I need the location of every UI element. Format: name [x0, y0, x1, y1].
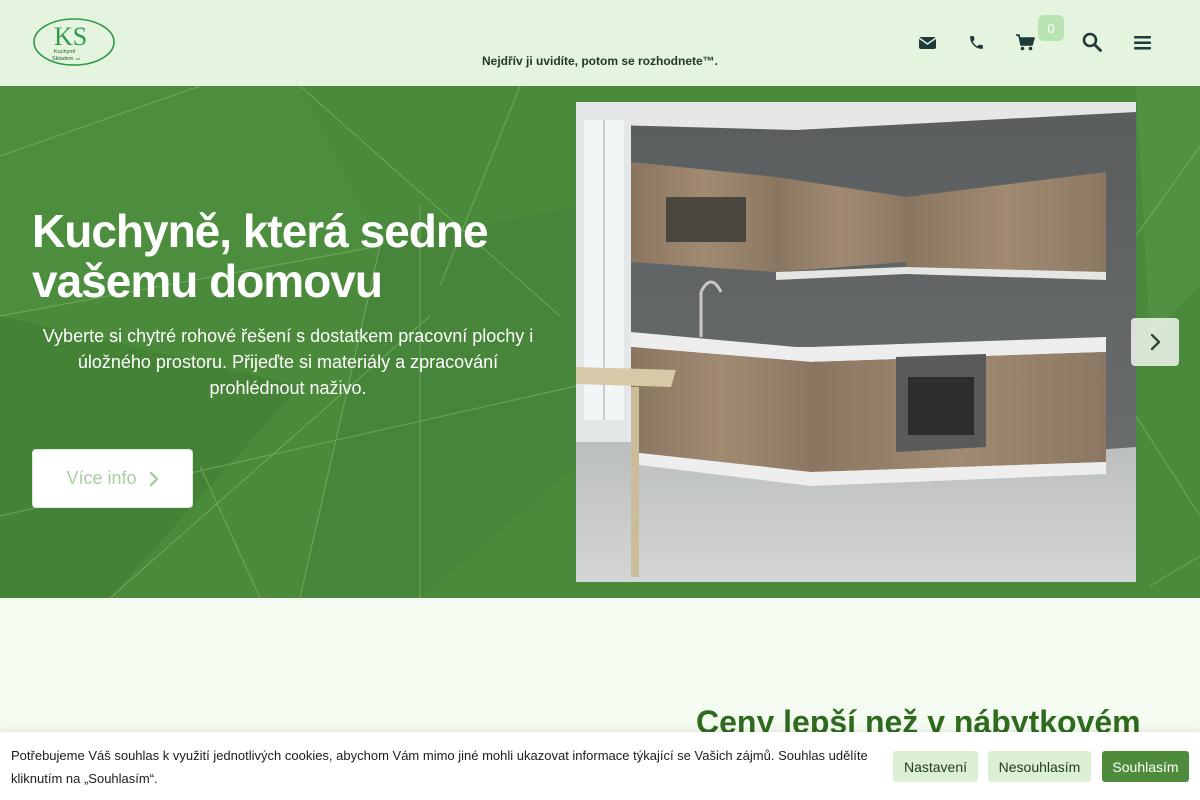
more-info-button[interactable]: Více info [32, 449, 193, 508]
cart-count-badge: 0 [1038, 15, 1064, 41]
hero-description: Vyberte si chytré rohové řešení s dostat… [42, 326, 534, 398]
slider-next-button[interactable] [1131, 318, 1179, 366]
cookie-settings-button[interactable]: Nastavení [893, 751, 978, 782]
tagline: Nejdřív ji uvidíte, potom se rozhodnete™… [481, 54, 719, 68]
envelope-icon[interactable] [915, 30, 939, 54]
cookie-consent-bar: Potřebujeme Váš souhlas k využití jednot… [0, 732, 1200, 800]
more-info-label: Více info [66, 468, 137, 488]
hero-title: Kuchyně, která sedne vašemu domovu [32, 205, 489, 307]
menu-icon[interactable] [1130, 30, 1154, 54]
search-icon[interactable] [1080, 30, 1104, 54]
cookie-accept-button[interactable]: Souhlasím [1102, 751, 1189, 782]
cart-icon[interactable] [1013, 30, 1037, 54]
hero-slider: Kuchyně, která sedne vašemu domovu Vyber… [0, 86, 1200, 598]
phone-icon[interactable] [964, 30, 988, 54]
cookie-consent-text: Potřebujeme Váš souhlas k využití jednot… [11, 748, 868, 786]
site-header: KS Kuchyně Skladem .cz Nejdřív ji uvidít… [0, 0, 1200, 86]
chevron-right-icon [1150, 333, 1161, 351]
kitchen-image [576, 102, 1136, 582]
chevron-right-icon [149, 471, 158, 486]
logo-letters: KS [54, 22, 87, 51]
cookie-decline-button[interactable]: Nesouhlasím [988, 751, 1091, 782]
